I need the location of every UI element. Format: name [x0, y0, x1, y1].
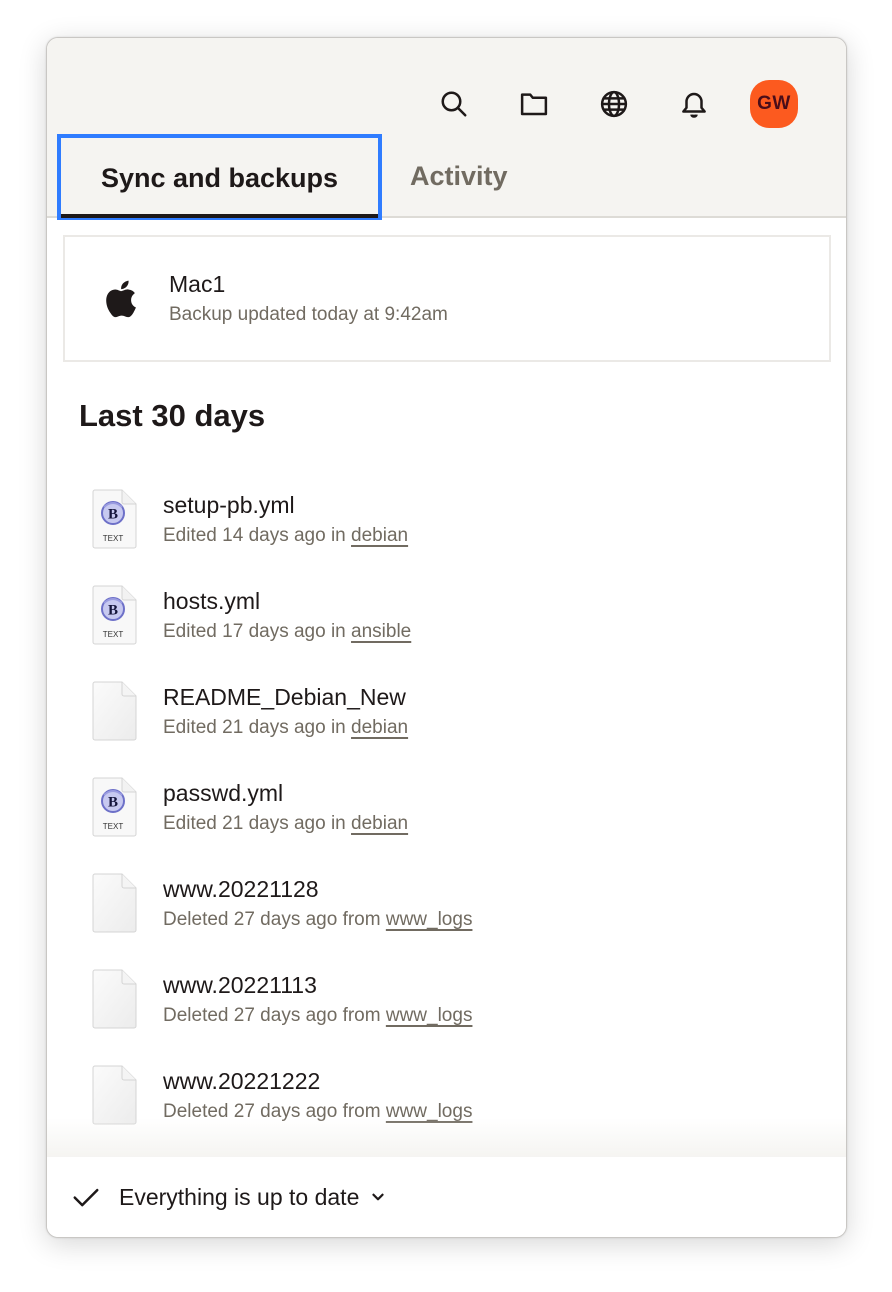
blank-file-icon — [91, 969, 139, 1029]
file-name: hosts.yml — [163, 588, 261, 614]
file-list-item[interactable]: B TEXT passwd.yml Edited 21 days ago in d… — [47, 774, 846, 870]
section-title: Last 30 days — [79, 398, 266, 433]
file-list-item[interactable]: www.20221128 Deleted 27 days ago from ww… — [47, 870, 846, 966]
file-info: www.20221113 Deleted 27 days ago from ww… — [163, 966, 472, 1030]
folder-link[interactable]: ansible — [351, 621, 411, 642]
tab-bar: Sync and backups Activity — [57, 134, 544, 220]
file-info: www.20221128 Deleted 27 days ago from ww… — [163, 870, 472, 934]
apple-icon — [106, 280, 137, 317]
svg-text:B: B — [108, 603, 118, 619]
chevron-down-icon[interactable] — [369, 1188, 387, 1206]
file-name: passwd.yml — [163, 780, 284, 806]
folder-link[interactable]: debian — [351, 717, 408, 738]
file-meta: Edited 17 days ago in ansible — [163, 618, 411, 646]
folder-link[interactable]: www_logs — [386, 909, 473, 930]
file-meta: Edited 21 days ago in debian — [163, 810, 408, 838]
file-info: www.20221222 Deleted 27 days ago from ww… — [163, 1062, 472, 1126]
scroll-fade — [47, 1118, 846, 1158]
file-meta: Deleted 27 days ago from www_logs — [163, 906, 472, 934]
folder-icon — [520, 93, 548, 116]
file-action: Edited 14 days ago in — [163, 525, 352, 546]
file-name: README_Debian_New — [163, 684, 406, 710]
tab-activity[interactable]: Activity — [382, 134, 544, 218]
footer-status-bar[interactable]: Everything is up to date — [47, 1157, 846, 1237]
device-card[interactable]: Mac1 Backup updated today at 9:42am — [63, 235, 831, 362]
sync-status-text: Everything is up to date — [119, 1183, 360, 1210]
file-list: B TEXT setup-pb.yml Edited 14 days ago in… — [47, 486, 846, 1158]
file-name: www.20221222 — [163, 1068, 321, 1094]
svg-text:TEXT: TEXT — [103, 630, 124, 639]
app-window: GW Sync and backups Activity Mac1 Backup… — [46, 37, 847, 1238]
bbedit-text-icon: B TEXT — [91, 489, 139, 549]
checkmark-icon — [73, 1188, 99, 1207]
svg-text:B: B — [108, 795, 118, 811]
device-name: Mac1 — [169, 271, 226, 297]
header: GW Sync and backups Activity — [47, 38, 846, 220]
notifications-button[interactable] — [674, 84, 714, 124]
folder-link[interactable]: debian — [351, 813, 408, 834]
folder-link[interactable]: debian — [351, 525, 408, 546]
toolbar: GW — [394, 80, 798, 128]
file-name: www.20221128 — [163, 876, 319, 902]
svg-text:B: B — [108, 507, 118, 523]
bbedit-text-icon: B TEXT — [91, 777, 139, 837]
file-list-item[interactable]: B TEXT hosts.yml Edited 17 days ago in an… — [47, 582, 846, 678]
file-action: Edited 17 days ago in — [163, 621, 352, 642]
file-info: passwd.yml Edited 21 days ago in debian — [163, 774, 408, 838]
file-list-item[interactable]: B TEXT setup-pb.yml Edited 14 days ago in… — [47, 486, 846, 582]
tab-sync-and-backups[interactable]: Sync and backups — [57, 134, 382, 220]
file-meta: Edited 14 days ago in debian — [163, 522, 408, 550]
file-action: Deleted 27 days ago from — [163, 909, 386, 930]
file-action: Edited 21 days ago in — [163, 813, 352, 834]
file-name: setup-pb.yml — [163, 492, 295, 518]
file-info: hosts.yml Edited 17 days ago in ansible — [163, 582, 411, 646]
file-info: setup-pb.yml Edited 14 days ago in debia… — [163, 486, 408, 550]
device-info: Mac1 Backup updated today at 9:42am — [169, 271, 448, 326]
file-meta: Edited 21 days ago in debian — [163, 714, 408, 742]
file-action: Deleted 27 days ago from — [163, 1005, 386, 1026]
device-status: Backup updated today at 9:42am — [169, 304, 448, 325]
search-button[interactable] — [434, 84, 474, 124]
globe-button[interactable] — [594, 84, 634, 124]
svg-text:TEXT: TEXT — [103, 822, 124, 831]
svg-text:TEXT: TEXT — [103, 534, 124, 543]
file-list-item[interactable]: README_Debian_New Edited 21 days ago in … — [47, 678, 846, 774]
folder-button[interactable] — [514, 84, 554, 124]
file-name: www.20221113 — [163, 972, 317, 998]
file-meta: Deleted 27 days ago from www_logs — [163, 1002, 472, 1030]
blank-file-icon — [91, 681, 139, 741]
file-info: README_Debian_New Edited 21 days ago in … — [163, 678, 408, 742]
bbedit-text-icon: B TEXT — [91, 585, 139, 645]
blank-file-icon — [91, 1065, 139, 1125]
blank-file-icon — [91, 873, 139, 933]
bell-icon — [682, 92, 706, 118]
avatar[interactable]: GW — [750, 80, 798, 128]
file-action: Edited 21 days ago in — [163, 717, 352, 738]
globe-icon — [600, 90, 628, 118]
file-list-item[interactable]: www.20221113 Deleted 27 days ago from ww… — [47, 966, 846, 1062]
search-icon — [441, 91, 467, 117]
folder-link[interactable]: www_logs — [386, 1005, 473, 1026]
